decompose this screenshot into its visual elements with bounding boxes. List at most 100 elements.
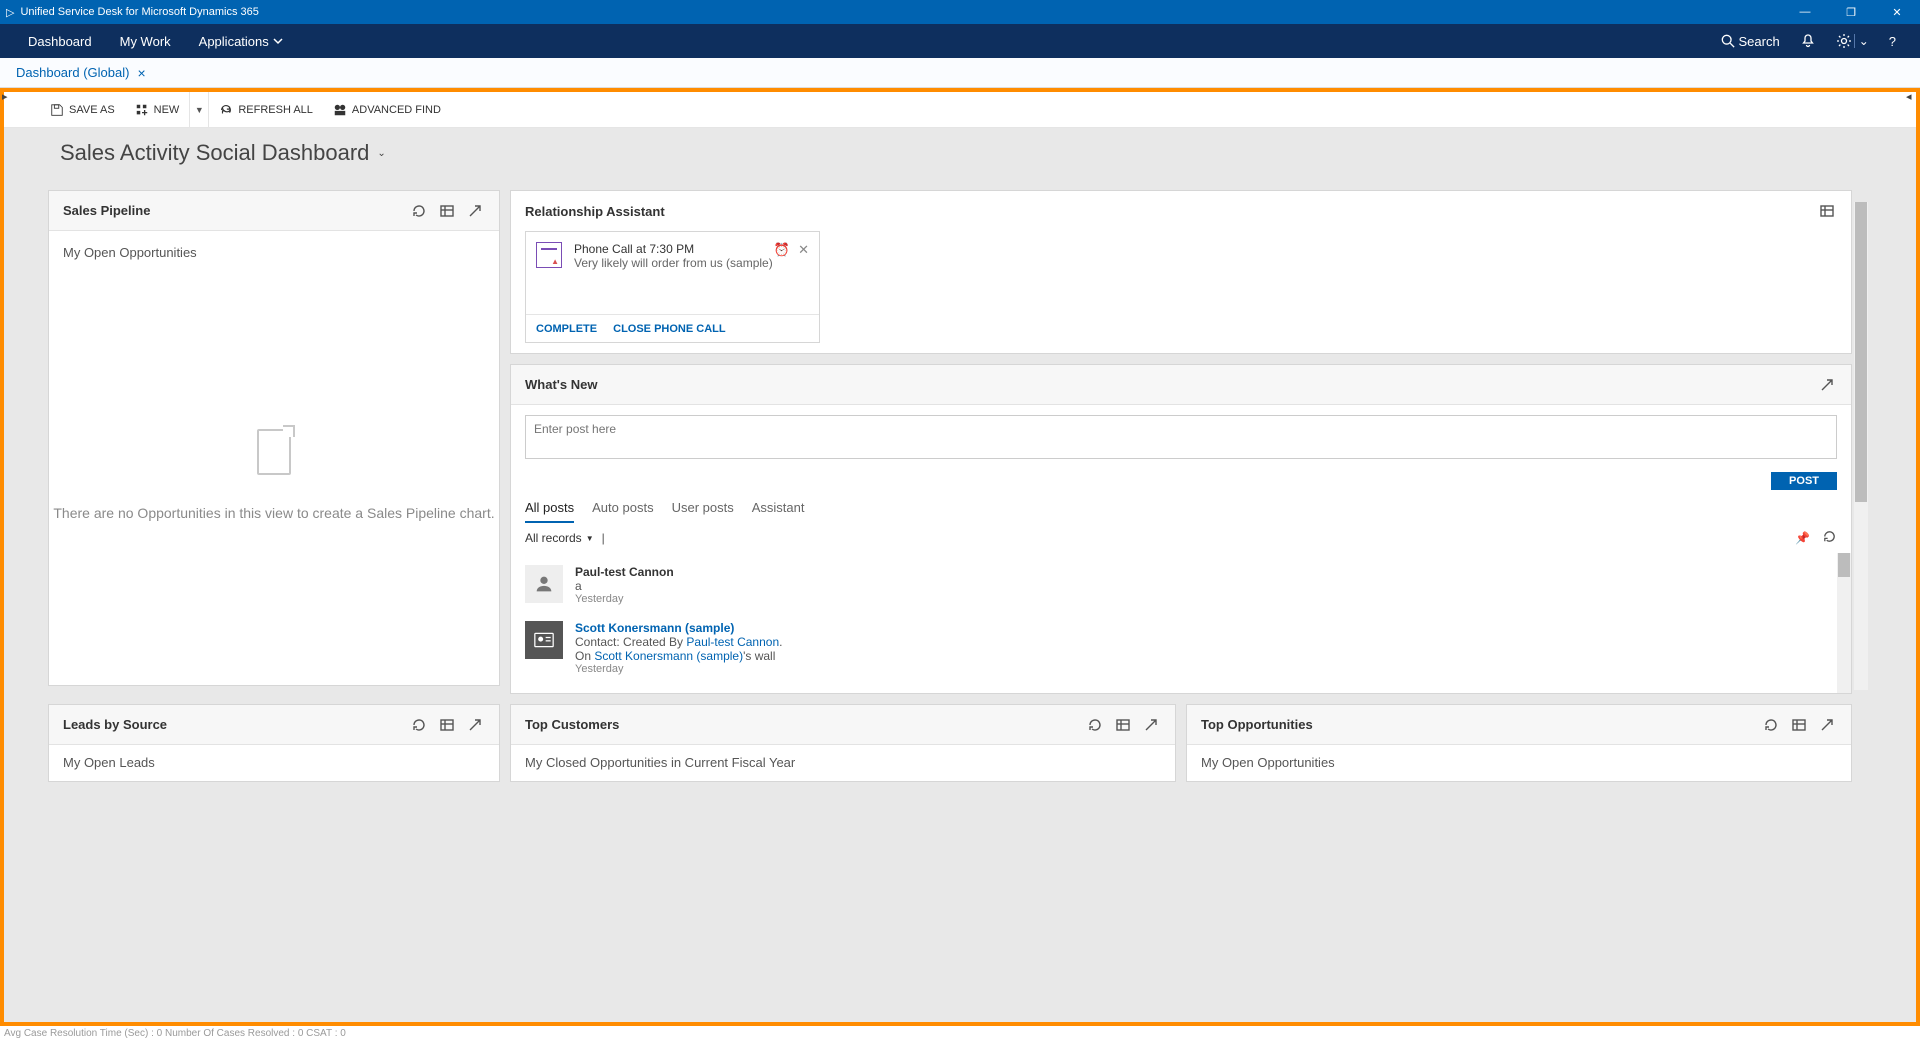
main-nav-bar: Dashboard My Work Applications Search ⌄ …: [0, 24, 1920, 58]
enlarge-panel-icon[interactable]: [1817, 715, 1837, 735]
tab-assistant[interactable]: Assistant: [752, 500, 805, 523]
view-records-icon[interactable]: [1113, 715, 1133, 735]
pin-icon[interactable]: 📌: [1795, 531, 1810, 545]
complete-action[interactable]: COMPLETE: [536, 323, 597, 335]
app-icon: ▷: [6, 6, 14, 19]
empty-document-icon: [257, 429, 291, 475]
top-opportunities-panel: Top Opportunities My Open Opportunities: [1186, 704, 1852, 782]
view-records-icon[interactable]: [1817, 201, 1837, 221]
card-subtitle: Very likely will order from us (sample): [574, 256, 774, 270]
post-body-line2: On Scott Konersmann (sample)'s wall: [575, 649, 782, 663]
dashboard-header: Sales Activity Social Dashboard ⌄: [4, 128, 1916, 178]
new-button[interactable]: NEW: [125, 92, 190, 128]
leads-title: Leads by Source: [63, 717, 167, 732]
post-body: a: [575, 579, 674, 593]
refresh-panel-icon[interactable]: [1761, 715, 1781, 735]
post-author-link[interactable]: Scott Konersmann (sample): [575, 621, 782, 635]
refresh-panel-icon[interactable]: [1085, 715, 1105, 735]
dashboard-frame: ▸ ◂ SAVE AS NEW ▼ REFRESH ALL ADVANCED F…: [0, 88, 1920, 1026]
sales-pipeline-title: Sales Pipeline: [63, 203, 150, 218]
opps-title: Top Opportunities: [1201, 717, 1313, 732]
post-body: Contact: Created By Paul-test Cannon.: [575, 635, 782, 649]
post-time: Yesterday: [575, 663, 782, 675]
assistant-card[interactable]: Phone Call at 7:30 PM Very likely will o…: [525, 231, 820, 343]
post-input[interactable]: [525, 415, 1837, 459]
enlarge-panel-icon[interactable]: [465, 715, 485, 735]
bell-icon: [1800, 33, 1816, 49]
post-button[interactable]: POST: [1771, 472, 1837, 490]
leads-by-source-panel: Leads by Source My Open Leads: [48, 704, 500, 782]
view-records-icon[interactable]: [437, 201, 457, 221]
close-window-button[interactable]: ✕: [1874, 0, 1920, 24]
nav-notifications[interactable]: [1790, 24, 1826, 58]
view-records-icon[interactable]: [1789, 715, 1809, 735]
dismiss-card-icon[interactable]: ✕: [798, 242, 809, 258]
snooze-icon[interactable]: ⏰: [774, 242, 790, 258]
nav-dashboard[interactable]: Dashboard: [14, 24, 106, 58]
dashboard-toolbar: SAVE AS NEW ▼ REFRESH ALL ADVANCED FIND: [4, 92, 1916, 128]
sales-pipeline-panel: Sales Pipeline My Open Opportunities The…: [48, 190, 500, 686]
tab-user-posts[interactable]: User posts: [672, 500, 734, 523]
new-icon: [135, 103, 149, 117]
post-item[interactable]: Paul-test Cannon a Yesterday: [525, 557, 1837, 613]
enlarge-panel-icon[interactable]: [1141, 715, 1161, 735]
view-records-icon[interactable]: [437, 715, 457, 735]
refresh-posts-icon[interactable]: [1822, 529, 1837, 547]
status-text: Avg Case Resolution Time (Sec) : 0 Numbe…: [4, 1028, 346, 1039]
contact-card-icon: [525, 621, 563, 659]
new-dropdown[interactable]: ▼: [189, 92, 209, 128]
tab-strip: Dashboard (Global) ×: [0, 58, 1920, 88]
link-paul-test[interactable]: Paul-test Cannon: [686, 635, 779, 649]
close-tab-icon[interactable]: ×: [137, 65, 145, 81]
refresh-panel-icon[interactable]: [409, 715, 429, 735]
dashboard-title: Sales Activity Social Dashboard: [60, 140, 369, 166]
nav-settings[interactable]: ⌄: [1826, 24, 1879, 58]
post-item[interactable]: Scott Konersmann (sample) Contact: Creat…: [525, 613, 1837, 683]
customers-title: Top Customers: [525, 717, 619, 732]
content-scrollbar[interactable]: [1854, 202, 1868, 690]
close-phone-call-action[interactable]: CLOSE PHONE CALL: [613, 323, 725, 335]
refresh-panel-icon[interactable]: [409, 201, 429, 221]
whats-new-title: What's New: [525, 377, 597, 392]
nav-help[interactable]: ?: [1879, 24, 1906, 58]
enlarge-panel-icon[interactable]: [465, 201, 485, 221]
tab-auto-posts[interactable]: Auto posts: [592, 500, 653, 523]
maximize-button[interactable]: ❐: [1828, 0, 1874, 24]
window-titlebar: ▷ Unified Service Desk for Microsoft Dyn…: [0, 0, 1920, 24]
empty-pipeline-text: There are no Opportunities in this view …: [53, 505, 494, 521]
phone-call-activity-icon: [536, 242, 562, 268]
records-filter[interactable]: All records: [525, 531, 582, 545]
save-as-button[interactable]: SAVE AS: [40, 92, 125, 128]
tab-dashboard-global[interactable]: Dashboard (Global) ×: [10, 61, 152, 85]
refresh-all-button[interactable]: REFRESH ALL: [209, 92, 323, 128]
search-icon: [1721, 34, 1735, 48]
nav-my-work[interactable]: My Work: [106, 24, 185, 58]
relationship-assistant-title: Relationship Assistant: [525, 204, 665, 219]
advanced-find-icon: [333, 103, 347, 117]
window-title: Unified Service Desk for Microsoft Dynam…: [20, 6, 258, 18]
chevron-down-icon[interactable]: ▼: [586, 534, 594, 543]
user-avatar-icon: [525, 565, 563, 603]
whats-new-panel: What's New POST All posts Auto posts Use…: [510, 364, 1852, 694]
refresh-icon: [219, 103, 233, 117]
advanced-find-button[interactable]: ADVANCED FIND: [323, 92, 451, 128]
gear-icon: [1836, 33, 1852, 49]
expand-right-icon[interactable]: ◂: [1906, 90, 1918, 102]
dashboard-dropdown-icon[interactable]: ⌄: [377, 148, 385, 159]
post-time: Yesterday: [575, 593, 674, 605]
minimize-button[interactable]: —: [1782, 0, 1828, 24]
enlarge-panel-icon[interactable]: [1817, 375, 1837, 395]
leads-sub: My Open Leads: [49, 745, 499, 780]
expand-left-icon[interactable]: ▸: [2, 90, 14, 102]
dashboard-content: Sales Pipeline My Open Opportunities The…: [4, 178, 1916, 1022]
nav-search[interactable]: Search: [1711, 24, 1790, 58]
top-customers-panel: Top Customers My Closed Opportunities in…: [510, 704, 1176, 782]
save-as-icon: [50, 103, 64, 117]
opps-sub: My Open Opportunities: [1187, 745, 1851, 780]
nav-applications[interactable]: Applications: [185, 24, 297, 58]
status-bar: Avg Case Resolution Time (Sec) : 0 Numbe…: [0, 1026, 1920, 1040]
tab-all-posts[interactable]: All posts: [525, 500, 574, 523]
posts-scrollbar[interactable]: [1837, 553, 1851, 693]
link-scott-wall[interactable]: Scott Konersmann (sample): [594, 649, 743, 663]
post-author: Paul-test Cannon: [575, 565, 674, 579]
